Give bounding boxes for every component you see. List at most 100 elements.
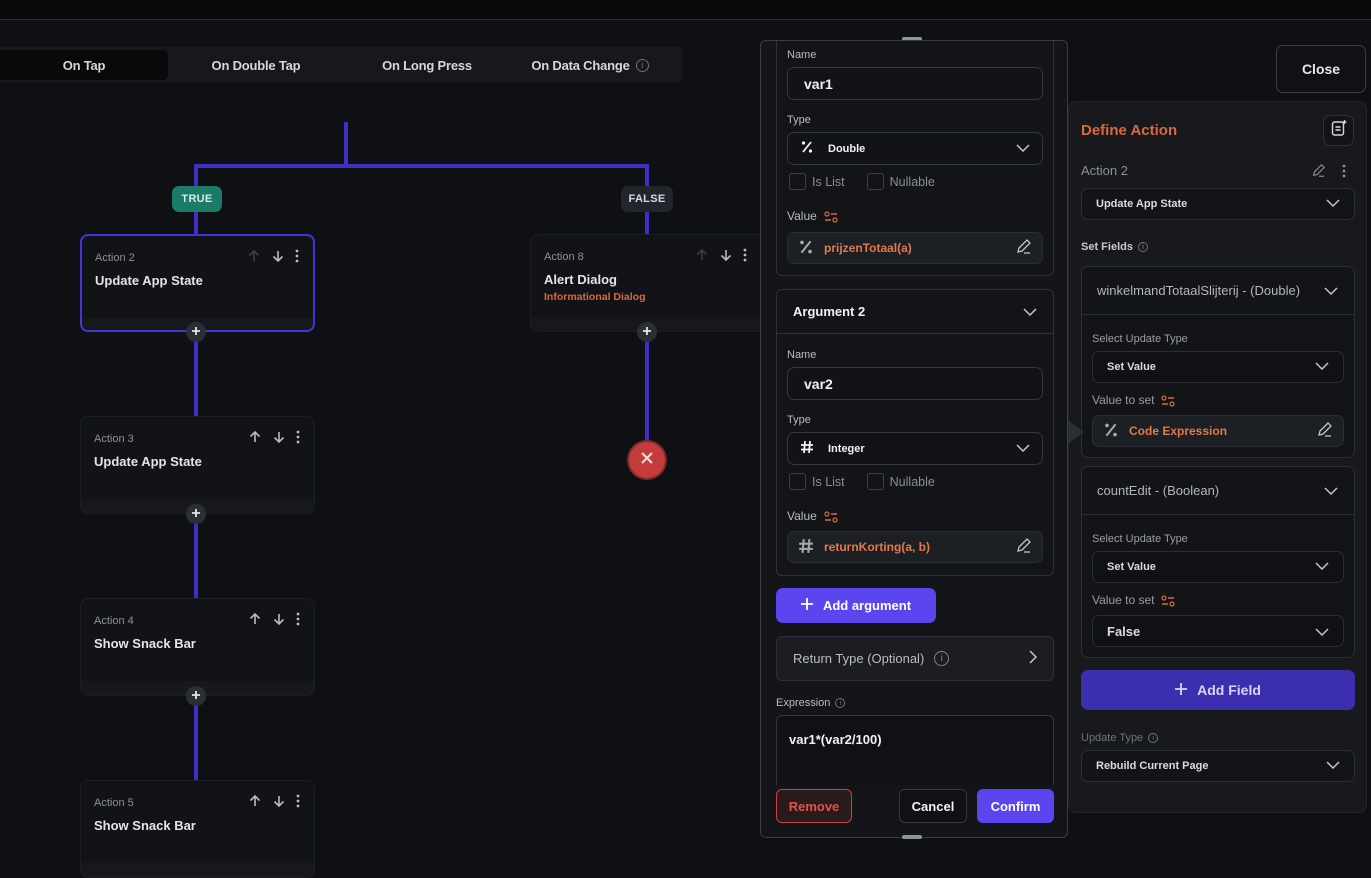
more-vertical-icon[interactable] (743, 248, 747, 262)
plus-icon (800, 598, 813, 613)
variable-settings-icon[interactable] (1161, 393, 1175, 407)
argument-name-input[interactable]: var2 (787, 367, 1043, 400)
arrow-down-icon[interactable] (271, 249, 285, 263)
tab-label: On Tap (62, 57, 106, 73)
tab-label: On Double Tap (211, 57, 301, 73)
flow-connector (194, 340, 198, 416)
add-field-button[interactable]: Add Field (1081, 670, 1355, 710)
argument-type-select[interactable]: Integer (787, 432, 1043, 465)
arrow-up-icon[interactable] (695, 248, 709, 262)
variable-settings-icon[interactable] (1161, 593, 1175, 607)
argument-type-select[interactable]: Double (787, 132, 1043, 165)
more-vertical-icon[interactable] (296, 430, 300, 444)
more-vertical-icon[interactable] (1342, 164, 1346, 183)
tab-on-data-change[interactable]: On Data Change i (510, 50, 670, 80)
define-action-panel: Define Action Action 2 Update App State … (1068, 101, 1367, 813)
update-type-label: Select Update Type (1092, 333, 1188, 345)
arrow-up-icon[interactable] (248, 430, 262, 444)
panel-title: Define Action (1081, 122, 1178, 139)
return-type-row[interactable]: Return Type (Optional) i (776, 636, 1054, 681)
action-number: Action 2 (95, 252, 135, 264)
confirm-button[interactable]: Confirm (977, 789, 1054, 823)
drag-handle-bottom[interactable] (902, 835, 922, 839)
remove-button[interactable]: Remove (776, 789, 852, 823)
action-card-3[interactable]: Action 3 Update App State (80, 416, 315, 514)
action-type-select[interactable]: Update App State (1081, 188, 1355, 220)
update-type-select[interactable]: Set Value (1092, 551, 1344, 583)
plus-icon (191, 323, 201, 341)
button-label: Add Field (1197, 682, 1261, 698)
expression-label: Expression i (776, 697, 846, 709)
variable-settings-icon[interactable] (824, 509, 838, 523)
arrow-up-icon[interactable] (248, 794, 262, 808)
arrow-down-icon[interactable] (272, 612, 286, 626)
argument-2-header[interactable]: Argument 2 (777, 290, 1053, 334)
rebuild-type-select[interactable]: Rebuild Current Page (1081, 750, 1355, 782)
action-card-4[interactable]: Action 4 Show Snack Bar (80, 598, 315, 696)
chevron-down-icon (1326, 760, 1340, 772)
nullable-checkbox[interactable] (866, 473, 884, 490)
add-note-button[interactable] (1323, 115, 1354, 146)
add-action-button[interactable] (186, 686, 206, 706)
close-button[interactable]: Close (1276, 45, 1366, 93)
checkbox-label: Nullable (889, 174, 935, 189)
boolean-value-select[interactable]: False (1092, 615, 1344, 647)
edit-pencil-icon[interactable] (1311, 163, 1326, 183)
arrow-down-icon[interactable] (272, 430, 286, 444)
more-vertical-icon[interactable] (296, 612, 300, 626)
action-card-5[interactable]: Action 5 Show Snack Bar (80, 780, 315, 878)
row-label: Return Type (Optional) (793, 651, 925, 666)
expression-editor[interactable]: var1*(var2/100) (776, 715, 1054, 785)
label-text: Value (787, 209, 817, 223)
update-type-select[interactable]: Set Value (1092, 351, 1344, 383)
value-text: prijzenTotaal(a) (824, 241, 912, 255)
arrow-up-icon[interactable] (247, 249, 261, 263)
arrow-down-icon[interactable] (719, 248, 733, 262)
action-number: Action 3 (94, 433, 134, 445)
chevron-down-icon (1023, 304, 1037, 319)
input-value: var1 (804, 75, 833, 92)
edit-pencil-icon[interactable] (1316, 421, 1333, 441)
update-type-label: Select Update Type (1092, 533, 1188, 545)
label-text: Set Fields (1081, 241, 1133, 253)
info-icon: i (934, 651, 950, 666)
action-card-8[interactable]: Action 8 Alert Dialog Informational Dial… (530, 234, 770, 332)
field-header[interactable]: countEdit - (Boolean) (1082, 467, 1354, 515)
value-to-set-field[interactable]: Code Expression (1092, 415, 1344, 447)
argument-value-field[interactable]: returnKorting(a, b) (787, 531, 1043, 563)
edit-pencil-icon[interactable] (1015, 238, 1032, 258)
field-header[interactable]: winkelmandTotaalSlijterij - (Double) (1082, 267, 1354, 315)
checkbox-label: Is List (812, 474, 845, 489)
tab-label: On Data Change (531, 57, 630, 73)
add-argument-button[interactable]: Add argument (776, 588, 936, 623)
value-label: Value (787, 509, 838, 523)
more-vertical-icon[interactable] (295, 249, 299, 263)
tab-on-tap[interactable]: On Tap (0, 50, 168, 80)
info-icon: i (1137, 242, 1148, 253)
note-add-icon (1330, 119, 1348, 142)
is-list-checkbox[interactable] (789, 173, 806, 190)
arrow-up-icon[interactable] (248, 612, 262, 626)
add-action-button[interactable] (186, 322, 206, 342)
add-action-button[interactable] (637, 322, 657, 342)
tab-on-long-press[interactable]: On Long Press (344, 50, 510, 80)
info-icon: i (1148, 733, 1159, 744)
cancel-button[interactable]: Cancel (899, 789, 967, 823)
variable-settings-icon[interactable] (824, 209, 838, 223)
edit-pencil-icon[interactable] (1015, 537, 1032, 557)
action-card-2[interactable]: Action 2 Update App State (80, 234, 315, 332)
arrow-down-icon[interactable] (272, 794, 286, 808)
terminate-action-node[interactable] (629, 442, 665, 478)
add-action-button[interactable] (186, 504, 206, 524)
flow-connector (344, 122, 348, 167)
argument-name-input[interactable]: var1 (787, 67, 1043, 100)
argument-1: Name var1 Type Double Is List Nullable V… (776, 41, 1054, 276)
argument-value-field[interactable]: prijzenTotaal(a) (787, 232, 1043, 264)
update-type-label: Update Type i (1081, 732, 1159, 744)
action-title: Update App State (94, 454, 202, 469)
tab-on-double-tap[interactable]: On Double Tap (168, 50, 344, 80)
more-vertical-icon[interactable] (296, 794, 300, 808)
chevron-down-icon (1315, 624, 1329, 639)
is-list-checkbox[interactable] (789, 473, 806, 490)
nullable-checkbox[interactable] (866, 173, 884, 190)
